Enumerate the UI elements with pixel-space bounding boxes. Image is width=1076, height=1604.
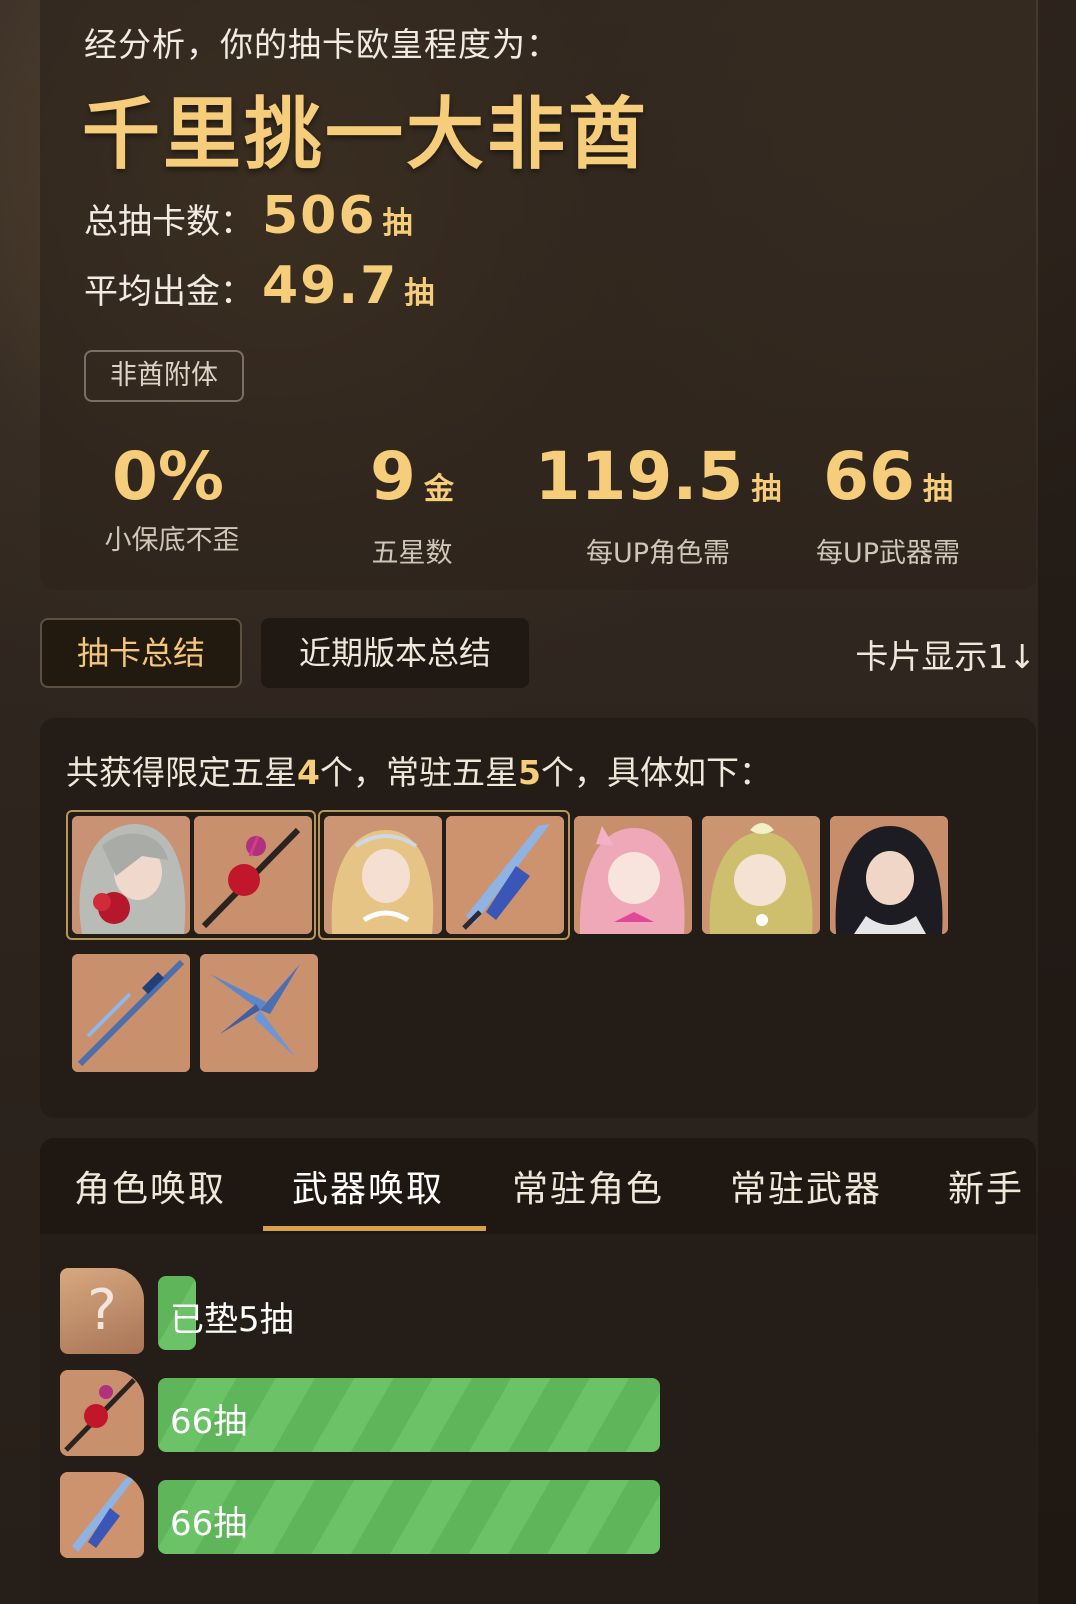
metric-per-up-weapon: 66 抽 每UP武器需 bbox=[768, 440, 1008, 570]
pull-count-text: 66抽 bbox=[170, 1402, 248, 1442]
metric-value: 0% bbox=[111, 438, 225, 515]
tab-beginner[interactable]: 新手 bbox=[948, 1160, 1024, 1212]
metric-label: 每UP角色需 bbox=[585, 538, 731, 569]
total-pulls-unit: 抽 bbox=[382, 206, 413, 241]
blue-shuriken-icon bbox=[200, 954, 318, 1072]
five-star-cards-panel: 共获得限定五星4个，常驻五星5个，具体如下： bbox=[40, 718, 1036, 1118]
metric-value: 66 bbox=[823, 438, 915, 515]
red-flower-sword-icon bbox=[194, 816, 312, 934]
metric-unit: 金 bbox=[423, 472, 454, 507]
silver-hair-character-icon bbox=[72, 816, 190, 934]
blue-spear-icon bbox=[72, 954, 190, 1072]
green-hair-character-icon bbox=[702, 816, 820, 934]
metric-label: 小保底不歪 bbox=[104, 525, 240, 556]
metric-value: 9 bbox=[370, 438, 416, 515]
blue-crystal-sword-icon bbox=[60, 1472, 144, 1558]
weapon-card[interactable] bbox=[194, 816, 312, 934]
pity-progress-text: 已垫5抽 bbox=[170, 1300, 294, 1340]
metric-per-up-character: 119.5 抽 每UP角色需 bbox=[528, 440, 788, 570]
metric-label: 每UP武器需 bbox=[815, 538, 961, 569]
metric-label: 五星数 bbox=[371, 538, 453, 569]
weapon-card[interactable] bbox=[200, 954, 318, 1072]
metric-no-lose-rate: 0% 小保底不歪 bbox=[52, 440, 292, 557]
luck-verdict: 千里挑一大非酋 bbox=[82, 90, 650, 180]
character-card[interactable] bbox=[574, 816, 692, 934]
selected-tab-underline bbox=[263, 1226, 486, 1231]
character-card[interactable] bbox=[324, 816, 442, 934]
summary-card: 经分析，你的抽卡欧皇程度为： 千里挑一大非酋 总抽卡数： 506 抽 平均出金：… bbox=[40, 0, 1036, 590]
question-mark-icon: ? bbox=[87, 1278, 117, 1343]
blonde-crown-character-icon bbox=[324, 816, 442, 934]
average-gold-unit: 抽 bbox=[404, 276, 435, 311]
tab-weapon-pool[interactable]: 武器唤取 bbox=[292, 1160, 444, 1212]
cards-summary-prefix: 共获得限定五星 bbox=[66, 753, 297, 792]
cards-summary-middle: 个，常驻五星 bbox=[319, 753, 518, 792]
cards-summary-text: 共获得限定五星4个，常驻五星5个，具体如下： bbox=[66, 746, 772, 794]
character-card[interactable] bbox=[72, 816, 190, 934]
total-pulls-line: 总抽卡数： 506 抽 bbox=[84, 186, 413, 246]
weapon-thumb bbox=[60, 1370, 144, 1456]
status-tag: 非酋附体 bbox=[84, 350, 244, 402]
metric-value: 119.5 bbox=[534, 438, 744, 515]
total-pulls-label: 总抽卡数： bbox=[84, 202, 254, 242]
metric-unit: 抽 bbox=[922, 472, 953, 507]
limited-count: 4 bbox=[297, 753, 320, 792]
average-gold-line: 平均出金： 49.7 抽 bbox=[84, 256, 434, 316]
tab-standard-character[interactable]: 常驻角色 bbox=[512, 1160, 664, 1212]
average-gold-value: 49.7 bbox=[262, 256, 399, 316]
character-card[interactable] bbox=[702, 816, 820, 934]
total-pulls-value: 506 bbox=[262, 186, 377, 246]
black-hair-character-icon bbox=[830, 816, 948, 934]
card-display-toggle[interactable]: 卡片显示1↓ bbox=[855, 630, 1036, 678]
tab-standard-weapon[interactable]: 常驻武器 bbox=[730, 1160, 882, 1212]
pool-panel: 角色唤取 武器唤取 常驻角色 常驻武器 新手 ? 已垫5抽 66抽 66抽 bbox=[40, 1138, 1036, 1604]
weapon-card[interactable] bbox=[446, 816, 564, 934]
pull-count-text: 66抽 bbox=[170, 1504, 248, 1544]
weapon-thumb bbox=[60, 1472, 144, 1558]
pool-tab-bar: 角色唤取 武器唤取 常驻角色 常驻武器 新手 bbox=[40, 1138, 1036, 1234]
scroll-edge bbox=[1038, 0, 1076, 1604]
tab-character-pool[interactable]: 角色唤取 bbox=[74, 1160, 226, 1212]
metric-five-star-count: 9金 五星数 bbox=[292, 440, 532, 570]
weapon-card[interactable] bbox=[72, 954, 190, 1072]
unknown-item-thumb: ? bbox=[60, 1268, 144, 1354]
pink-hair-character-icon bbox=[574, 816, 692, 934]
character-card[interactable] bbox=[830, 816, 948, 934]
red-flower-sword-icon bbox=[60, 1370, 144, 1456]
analysis-intro: 经分析，你的抽卡欧皇程度为： bbox=[84, 25, 560, 64]
blue-crystal-sword-icon bbox=[446, 816, 564, 934]
average-gold-label: 平均出金： bbox=[84, 272, 254, 312]
tab-recent-version-summary[interactable]: 近期版本总结 bbox=[261, 618, 529, 688]
tab-pull-summary[interactable]: 抽卡总结 bbox=[40, 618, 242, 688]
standard-count: 5 bbox=[517, 753, 541, 792]
cards-summary-suffix: 个，具体如下： bbox=[540, 753, 772, 792]
metrics-row: 0% 小保底不歪 9金 五星数 119.5 抽 每UP角色需 66 抽 每UP武器需 bbox=[40, 440, 1036, 570]
